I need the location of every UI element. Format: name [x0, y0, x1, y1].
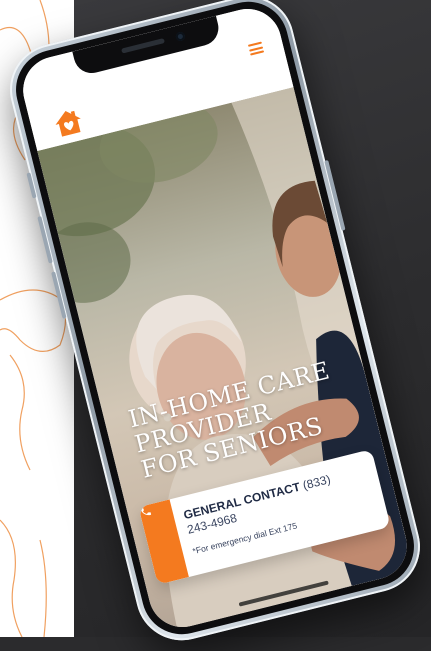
menu-line — [250, 50, 265, 56]
house-with-heart-icon[interactable] — [50, 105, 86, 139]
front-camera-icon — [174, 31, 186, 42]
phone-icon — [140, 507, 152, 516]
hamburger-menu-icon[interactable] — [247, 41, 265, 56]
speaker-grille — [121, 38, 165, 54]
